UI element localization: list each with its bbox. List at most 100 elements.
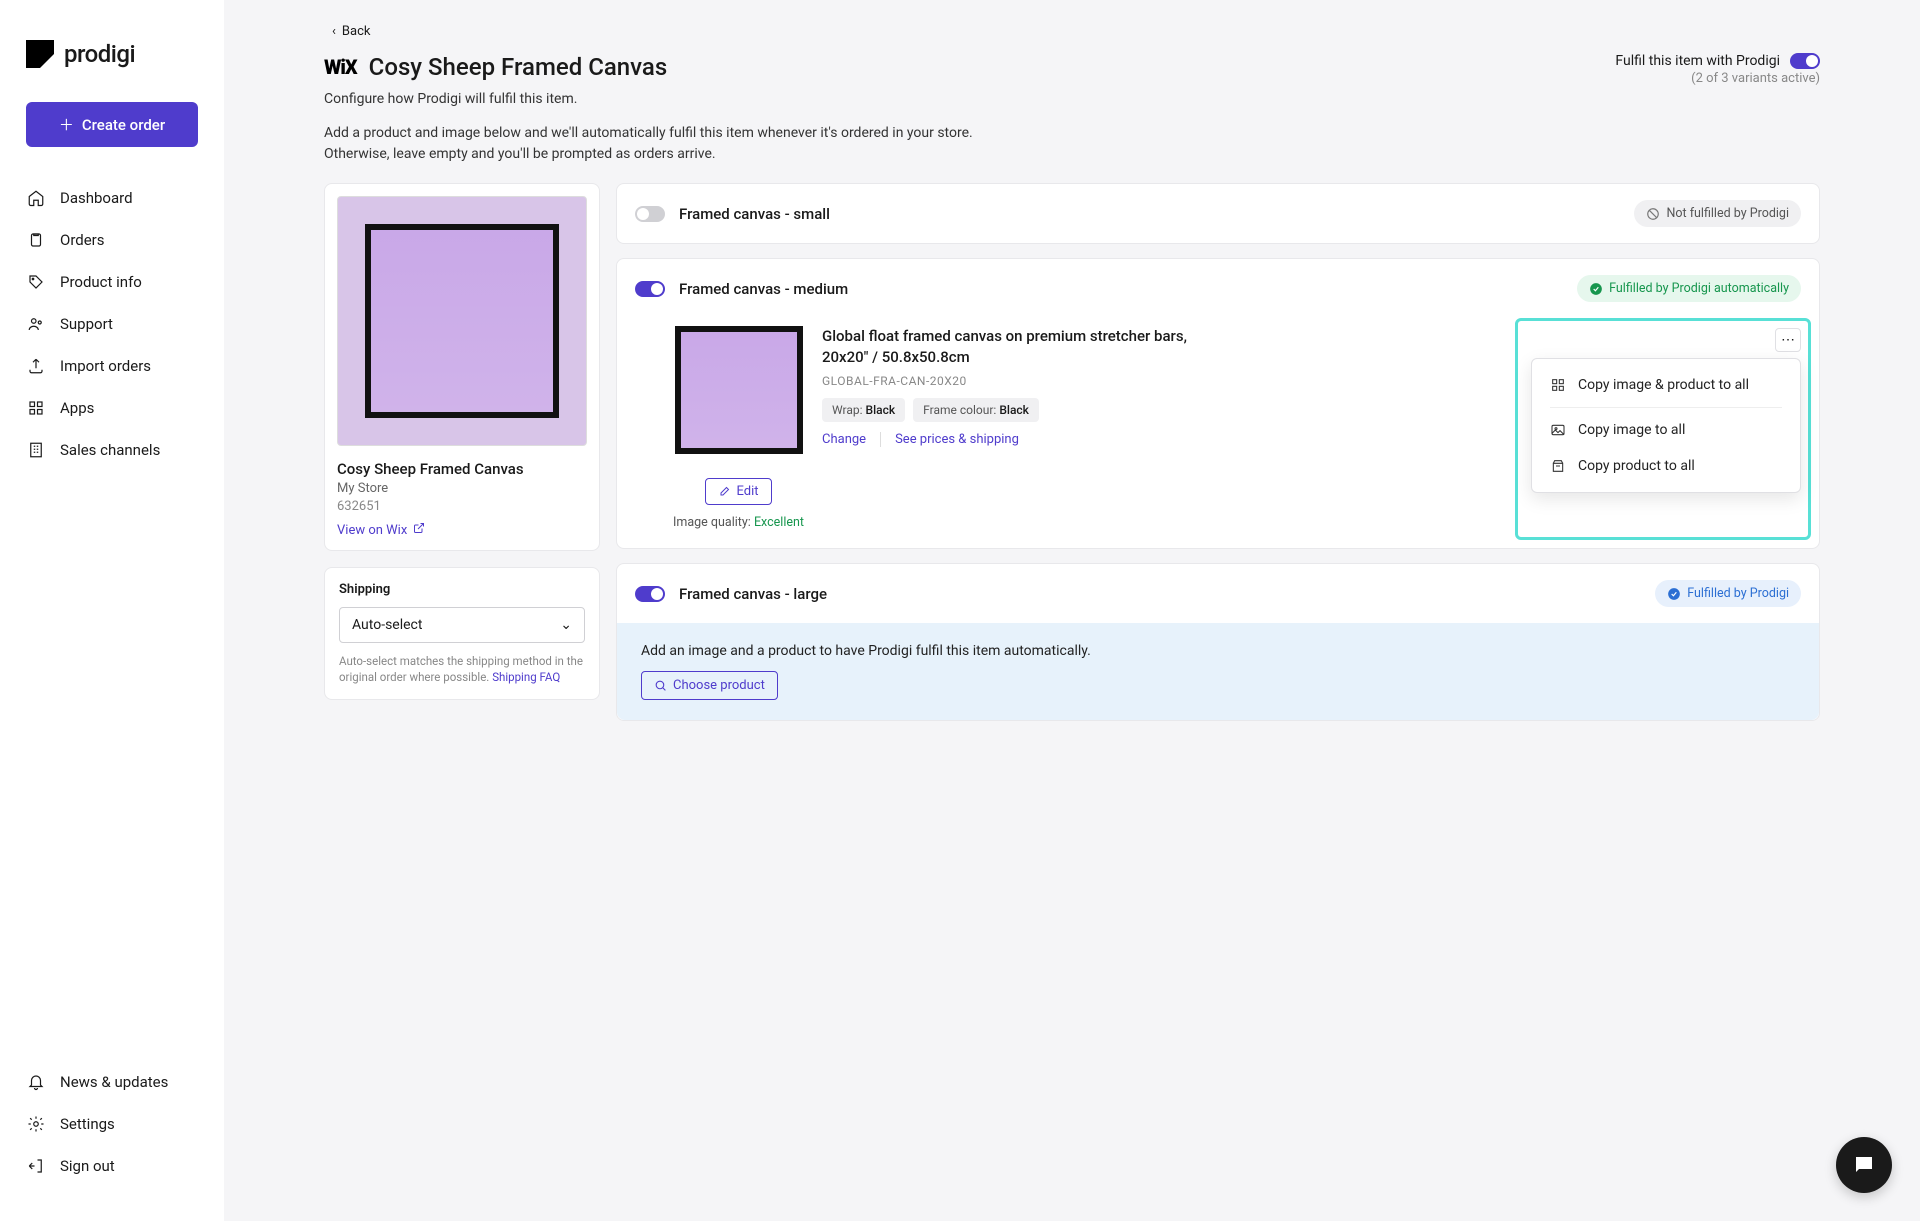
variant-medium-toggle[interactable] xyxy=(635,281,665,297)
nav-label: Support xyxy=(60,315,113,333)
platform-badge: WiX xyxy=(324,55,357,79)
copy-image-all[interactable]: Copy image to all xyxy=(1532,412,1800,448)
tag-icon xyxy=(26,272,46,292)
change-link[interactable]: Change xyxy=(822,432,866,447)
back-button[interactable]: ‹ Back xyxy=(332,24,1820,39)
nav-product-info[interactable]: Product info xyxy=(14,261,210,303)
variant-medium-name: Framed canvas - medium xyxy=(679,280,848,298)
shipping-selected: Auto-select xyxy=(352,617,422,633)
more-button[interactable]: ⋯ xyxy=(1775,328,1801,352)
bell-icon xyxy=(26,1072,46,1092)
choose-label: Choose product xyxy=(673,678,765,693)
wrap-chip: Wrap: Black xyxy=(822,398,905,422)
clipboard-icon xyxy=(26,230,46,250)
variant-large-status-badge: Fulfilled by Prodigi xyxy=(1655,580,1801,607)
context-menu: Copy image & product to all Copy image t… xyxy=(1531,358,1801,493)
nav-primary: Dashboard Orders Product info Support Im… xyxy=(0,167,224,481)
nav-orders[interactable]: Orders xyxy=(14,219,210,261)
variant-large: Framed canvas - large Fulfilled by Prodi… xyxy=(616,563,1820,721)
shipping-heading: Shipping xyxy=(339,582,585,597)
sidebar: prodigi ＋ Create order Dashboard Orders … xyxy=(0,0,224,1221)
shipping-card: Shipping Auto-select ⌄ Auto-select match… xyxy=(324,567,600,700)
brand-logo[interactable]: prodigi xyxy=(0,24,224,98)
shipping-select[interactable]: Auto-select ⌄ xyxy=(339,607,585,643)
variant-medium-status-badge: Fulfilled by Prodigi automatically xyxy=(1577,275,1801,302)
users-icon xyxy=(26,314,46,334)
nav-label: Sign out xyxy=(60,1157,115,1175)
image-quality: Image quality: Excellent xyxy=(673,515,804,530)
product-name: Global float framed canvas on premium st… xyxy=(822,326,1232,368)
nav-label: News & updates xyxy=(60,1073,168,1091)
nav-settings[interactable]: Settings xyxy=(14,1103,210,1145)
fulfil-sub-label: (2 of 3 variants active) xyxy=(1615,71,1820,86)
variant-small: Framed canvas - small Not fulfilled by P… xyxy=(616,183,1820,244)
variant-large-name: Framed canvas - large xyxy=(679,585,827,603)
nav-dashboard[interactable]: Dashboard xyxy=(14,177,210,219)
fulfil-toggle[interactable] xyxy=(1790,53,1820,69)
nav-news[interactable]: News & updates xyxy=(14,1061,210,1103)
nav-label: Sales channels xyxy=(60,441,160,459)
menu-label: Copy product to all xyxy=(1578,458,1695,474)
page-subtitle: Configure how Prodigi will fulfil this i… xyxy=(324,91,1024,107)
page-description: Add a product and image below and we'll … xyxy=(324,123,1024,165)
view-on-wix-link[interactable]: View on Wix xyxy=(337,522,587,538)
back-label: Back xyxy=(342,24,371,39)
main-content: ‹ Back WiX Cosy Sheep Framed Canvas Conf… xyxy=(224,0,1920,1221)
fulfil-label: Fulfil this item with Prodigi xyxy=(1615,53,1780,69)
menu-label: Copy image & product to all xyxy=(1578,377,1749,393)
nav-label: Product info xyxy=(60,273,142,291)
nav-label: Orders xyxy=(60,231,105,249)
variant-small-toggle[interactable] xyxy=(635,206,665,222)
prompt-text: Add an image and a product to have Prodi… xyxy=(641,643,1795,659)
preview-image xyxy=(337,196,587,446)
nav-label: Import orders xyxy=(60,357,151,375)
preview-sku: 632651 xyxy=(337,499,587,514)
preview-store: My Store xyxy=(337,481,587,496)
home-icon xyxy=(26,188,46,208)
nav-secondary: News & updates Settings Sign out xyxy=(0,1061,224,1197)
variant-small-name: Framed canvas - small xyxy=(679,205,830,223)
nav-sales-channels[interactable]: Sales channels xyxy=(14,429,210,471)
grid-icon xyxy=(26,398,46,418)
page-title: Cosy Sheep Framed Canvas xyxy=(369,53,668,81)
menu-label: Copy image to all xyxy=(1578,422,1685,438)
create-order-label: Create order xyxy=(82,116,165,134)
shipping-faq-link[interactable]: Shipping FAQ xyxy=(492,670,560,684)
sign-out-icon xyxy=(26,1156,46,1176)
building-icon xyxy=(26,440,46,460)
nav-label: Settings xyxy=(60,1115,115,1133)
choose-product-button[interactable]: Choose product xyxy=(641,671,778,700)
copy-product-all[interactable]: Copy product to all xyxy=(1532,448,1800,484)
copy-image-product-all[interactable]: Copy image & product to all xyxy=(1532,367,1800,403)
variant-large-toggle[interactable] xyxy=(635,586,665,602)
variant-medium-thumb xyxy=(675,326,803,454)
status-': Not fulfilled by Prodigi xyxy=(1666,206,1789,221)
nav-label: Dashboard xyxy=(60,189,133,207)
nav-import-orders[interactable]: Import orders xyxy=(14,345,210,387)
variant-medium: Framed canvas - medium Fulfilled by Prod… xyxy=(616,258,1820,549)
upload-icon xyxy=(26,356,46,376)
variant-small-status-badge: Not fulfilled by Prodigi xyxy=(1634,200,1801,227)
external-link-icon xyxy=(413,522,425,538)
brand-name: prodigi xyxy=(64,40,135,68)
create-order-button[interactable]: ＋ Create order xyxy=(26,102,198,147)
product-preview-card: Cosy Sheep Framed Canvas My Store 632651… xyxy=(324,183,600,551)
chevron-left-icon: ‹ xyxy=(332,24,336,39)
edit-button[interactable]: Edit xyxy=(705,478,771,505)
plus-icon: ＋ xyxy=(59,114,74,135)
prices-link[interactable]: See prices & shipping xyxy=(895,432,1019,447)
gear-icon xyxy=(26,1114,46,1134)
edit-label: Edit xyxy=(736,484,758,499)
preview-title: Cosy Sheep Framed Canvas xyxy=(337,460,587,478)
frame-chip: Frame colour: Black xyxy=(913,398,1039,422)
shipping-note: Auto-select matches the shipping method … xyxy=(339,653,585,685)
nav-apps[interactable]: Apps xyxy=(14,387,210,429)
nav-label: Apps xyxy=(60,399,94,417)
nav-sign-out[interactable]: Sign out xyxy=(14,1145,210,1187)
chat-button[interactable] xyxy=(1836,1137,1892,1193)
logo-icon xyxy=(26,40,54,68)
add-product-prompt: Add an image and a product to have Prodi… xyxy=(617,623,1819,720)
view-link-label: View on Wix xyxy=(337,523,407,538)
chevron-down-icon: ⌄ xyxy=(560,617,572,633)
nav-support[interactable]: Support xyxy=(14,303,210,345)
